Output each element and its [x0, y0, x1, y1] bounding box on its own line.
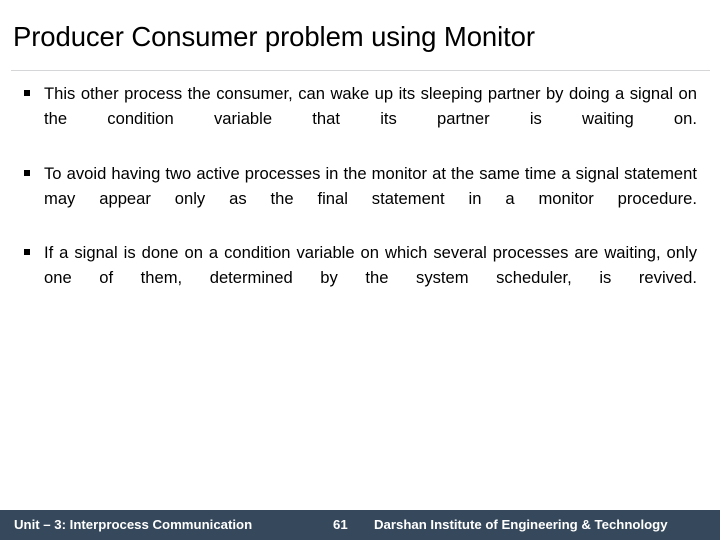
- list-item: This other process the consumer, can wak…: [18, 81, 697, 157]
- list-item: To avoid having two active processes in …: [18, 161, 697, 237]
- presentation-slide: Producer Consumer problem using Monitor …: [0, 0, 720, 540]
- slide-title-area: Producer Consumer problem using Monitor: [13, 20, 711, 64]
- slide-body: This other process the consumer, can wak…: [18, 81, 697, 320]
- slide-footer: Unit – 3: Interprocess Communication 61 …: [0, 510, 720, 540]
- bullet-text: To avoid having two active processes in …: [44, 163, 697, 208]
- bullet-text: If a signal is done on a condition varia…: [44, 243, 697, 288]
- bullet-text: This other process the consumer, can wak…: [44, 84, 697, 129]
- square-bullet-icon: [24, 90, 30, 96]
- footer-institute-label: Darshan Institute of Engineering & Techn…: [374, 517, 668, 532]
- page-title: Producer Consumer problem using Monitor: [13, 21, 535, 52]
- footer-page-number: 61: [333, 517, 348, 532]
- footer-unit-label: Unit – 3: Interprocess Communication: [14, 517, 253, 532]
- square-bullet-icon: [24, 249, 30, 256]
- title-divider: [11, 70, 710, 71]
- square-bullet-icon: [24, 169, 30, 176]
- list-item: If a signal is done on a condition varia…: [18, 240, 697, 316]
